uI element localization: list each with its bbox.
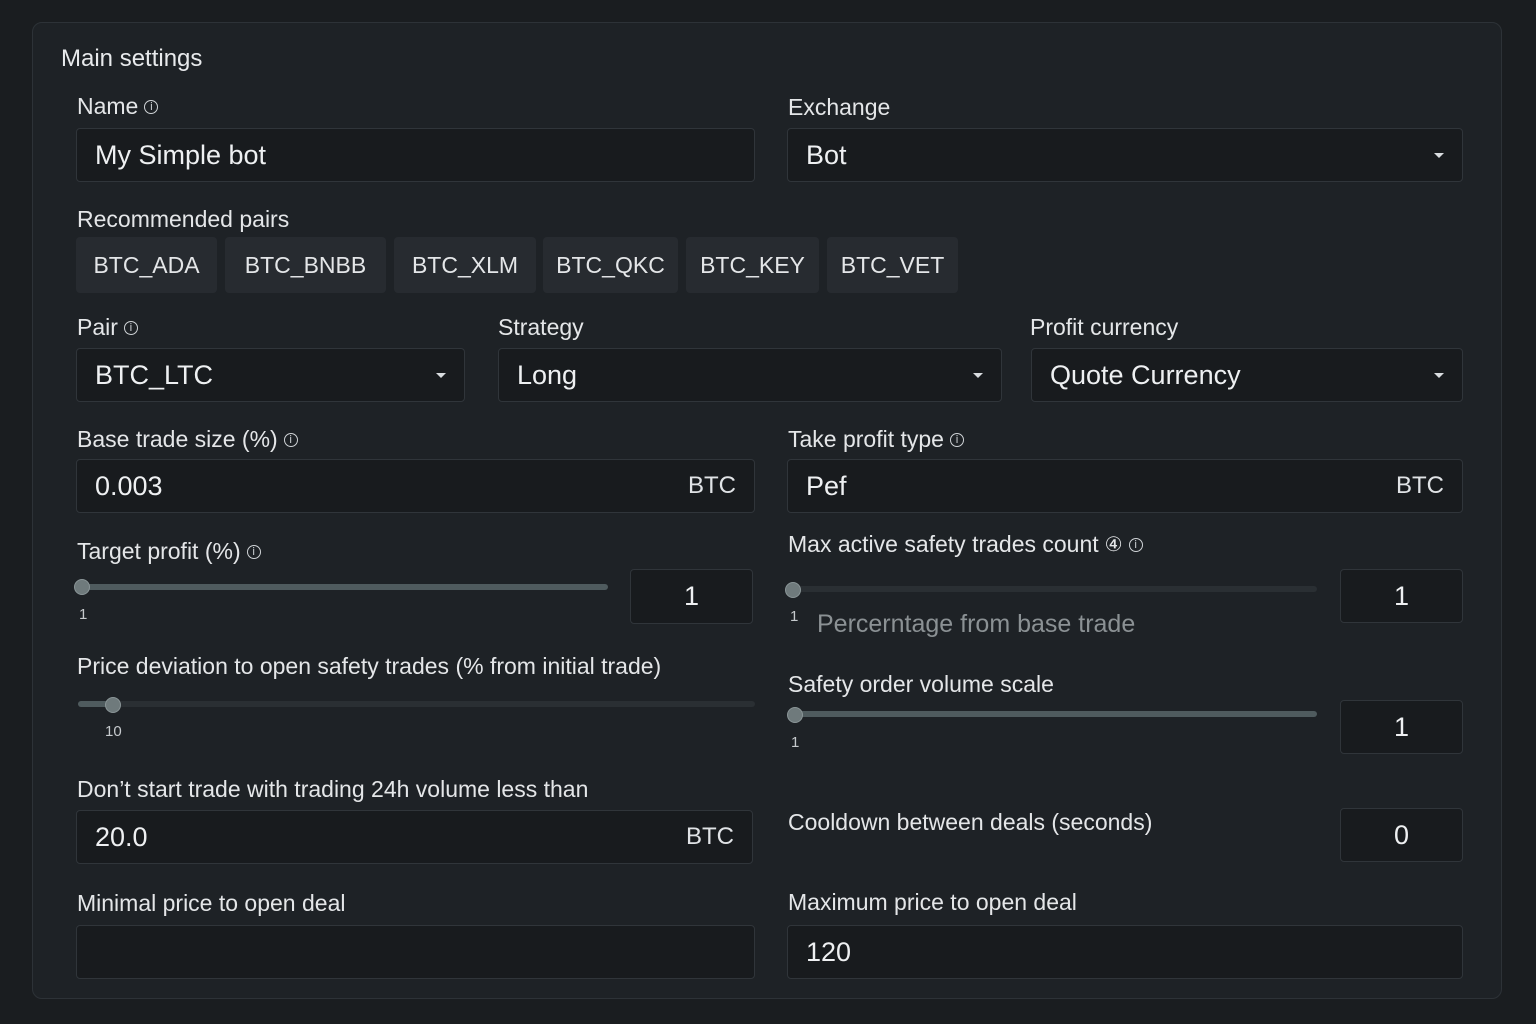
cooldown-label: Cooldown between deals (seconds) <box>788 809 1152 836</box>
name-input[interactable]: My Simple bot <box>76 128 755 182</box>
section-title: Main settings <box>61 45 203 72</box>
pair-label: Pair i <box>77 314 138 341</box>
info-icon[interactable]: i <box>283 432 298 447</box>
name-label-text: Name <box>77 93 139 119</box>
volume-filter-value: 20.0 <box>95 821 148 852</box>
max-safety-trades-label: Max active safety trades count ④ i <box>788 531 1143 558</box>
info-icon[interactable]: i <box>144 99 159 114</box>
pair-chip[interactable]: BTC_ADA <box>76 237 217 293</box>
base-trade-size-label-text: Base trade size (%) <box>77 426 278 452</box>
max-price-input[interactable]: 120 <box>787 925 1463 979</box>
take-profit-type-label-text: Take profit type <box>788 426 944 452</box>
pair-chip[interactable]: BTC_KEY <box>686 237 819 293</box>
price-deviation-label-text: Price deviation to open safety trades (%… <box>77 653 662 679</box>
target-profit-label-text: Target profit (%) <box>77 538 241 564</box>
max-safety-slider-track[interactable] <box>790 586 1317 592</box>
take-profit-type-input[interactable]: Pef BTC <box>787 459 1463 513</box>
profit-currency-value: Quote Currency <box>1050 359 1241 390</box>
chevron-down-icon <box>1434 152 1444 158</box>
take-profit-type-label: Take profit type i <box>788 426 964 453</box>
volume-filter-label: Don’t start trade with trading 24h volum… <box>77 776 588 803</box>
target-profit-slider-thumb[interactable] <box>74 579 90 595</box>
min-price-label-text: Minimal price to open deal <box>77 890 346 916</box>
target-profit-input[interactable]: 1 <box>630 569 753 624</box>
exchange-label-text: Exchange <box>788 94 891 120</box>
chevron-down-icon <box>1434 372 1444 378</box>
info-icon[interactable]: i <box>1128 537 1143 552</box>
info-icon[interactable]: i <box>123 320 138 335</box>
strategy-label-text: Strategy <box>498 314 584 340</box>
pair-chip[interactable]: BTC_XLM <box>394 237 536 293</box>
exchange-value: Bot <box>806 139 847 170</box>
safety-volume-label: Safety order volume scale <box>788 671 1054 698</box>
volume-filter-input[interactable]: 20.0 BTC <box>76 810 753 864</box>
strategy-select[interactable]: Long <box>498 348 1002 402</box>
max-safety-trades-label-text: Max active safety trades count <box>788 531 1099 557</box>
exchange-select[interactable]: Bot <box>787 128 1463 182</box>
pair-chip[interactable]: BTC_VET <box>827 237 958 293</box>
pair-chip[interactable]: BTC_BNBB <box>225 237 386 293</box>
count-badge: ④ <box>1104 534 1123 556</box>
base-trade-size-label: Base trade size (%) i <box>77 426 298 453</box>
volume-filter-label-text: Don’t start trade with trading 24h volum… <box>77 776 589 802</box>
max-safety-min-label: 1 <box>790 608 799 625</box>
price-deviation-slider-track[interactable] <box>78 701 755 707</box>
target-profit-min-label: 1 <box>79 606 88 623</box>
pair-chip[interactable]: BTC_QKC <box>543 237 678 293</box>
name-label: Name i <box>77 93 159 120</box>
info-icon[interactable]: i <box>246 544 261 559</box>
name-value: My Simple bot <box>95 139 267 170</box>
max-safety-hint: Percerntage from base trade <box>817 610 1136 638</box>
safety-volume-label-text: Safety order volume scale <box>788 671 1054 697</box>
safety-volume-input[interactable]: 1 <box>1340 700 1463 754</box>
profit-currency-select[interactable]: Quote Currency <box>1031 348 1463 402</box>
strategy-value: Long <box>517 359 578 390</box>
max-safety-slider-thumb[interactable] <box>785 582 801 598</box>
cooldown-label-text: Cooldown between deals (seconds) <box>788 809 1153 835</box>
currency-suffix: BTC <box>1396 472 1444 499</box>
pair-value: BTC_LTC <box>95 359 214 390</box>
price-deviation-value-label: 10 <box>105 723 122 740</box>
max-price-label-text: Maximum price to open deal <box>788 889 1077 915</box>
max-price-label: Maximum price to open deal <box>788 889 1077 916</box>
base-trade-size-value: 0.003 <box>95 470 163 501</box>
max-safety-input[interactable]: 1 <box>1340 569 1463 623</box>
target-profit-label: Target profit (%) i <box>77 538 261 565</box>
safety-volume-slider-track[interactable] <box>790 711 1317 717</box>
chevron-down-icon <box>436 372 446 378</box>
profit-currency-label: Profit currency <box>1030 314 1178 341</box>
take-profit-type-value: Pef <box>806 470 847 501</box>
pair-select[interactable]: BTC_LTC <box>76 348 465 402</box>
target-profit-slider-track[interactable] <box>78 584 608 590</box>
min-price-label: Minimal price to open deal <box>77 890 345 917</box>
info-icon[interactable]: i <box>949 432 964 447</box>
min-price-input[interactable] <box>76 925 755 979</box>
price-deviation-slider-thumb[interactable] <box>105 697 121 713</box>
chevron-down-icon <box>973 372 983 378</box>
recommended-pairs-label: Recommended pairs <box>77 206 289 233</box>
safety-volume-min-label: 1 <box>791 734 800 751</box>
max-price-value: 120 <box>806 936 852 967</box>
exchange-label: Exchange <box>788 94 890 121</box>
currency-suffix: BTC <box>688 472 736 499</box>
price-deviation-label: Price deviation to open safety trades (%… <box>77 653 661 680</box>
profit-currency-label-text: Profit currency <box>1030 314 1179 340</box>
cooldown-input[interactable]: 0 <box>1340 808 1463 862</box>
base-trade-size-input[interactable]: 0.003 BTC <box>76 459 755 513</box>
safety-volume-slider-thumb[interactable] <box>787 707 803 723</box>
currency-suffix: BTC <box>686 823 734 850</box>
strategy-label: Strategy <box>498 314 584 341</box>
recommended-pairs-label-text: Recommended pairs <box>77 206 290 232</box>
pair-label-text: Pair <box>77 314 118 340</box>
